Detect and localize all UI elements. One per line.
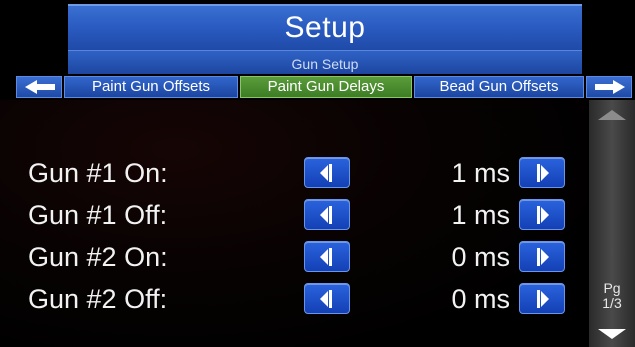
section-title: Gun Setup [291, 56, 359, 72]
header-banner: Setup [68, 4, 582, 50]
setting-label: Gun #2 On: [28, 242, 168, 272]
setting-value: 0 ms [451, 284, 510, 314]
triangle-up-icon[interactable] [598, 110, 626, 120]
chevron-right-icon [537, 248, 549, 266]
arrow-left-icon [25, 80, 55, 94]
chevron-left-icon [320, 206, 332, 224]
page-title: Setup [284, 11, 366, 44]
setting-row-gun2-on: Gun #2 On: 0 ms [0, 237, 587, 277]
increment-button[interactable] [519, 283, 565, 314]
page-label: Pg [603, 280, 621, 296]
decrement-button[interactable] [304, 199, 350, 230]
arrow-right-icon [595, 80, 625, 94]
setting-row-gun1-on: Gun #1 On: 1 ms [0, 153, 587, 193]
tab-next-button[interactable] [586, 76, 632, 98]
tab-bar: Paint Gun Offsets Paint Gun Delays Bead … [16, 76, 632, 98]
increment-button[interactable] [519, 241, 565, 272]
tab-bead-gun-offsets[interactable]: Bead Gun Offsets [414, 76, 584, 98]
decrement-button[interactable] [304, 157, 350, 188]
setting-value: 1 ms [451, 158, 510, 188]
increment-button[interactable] [519, 199, 565, 230]
tab-paint-gun-delays[interactable]: Paint Gun Delays [240, 76, 412, 98]
decrement-button[interactable] [304, 241, 350, 272]
increment-button[interactable] [519, 157, 565, 188]
settings-panel: Gun #1 On: 1 ms Gun #1 Off: 1 ms Gun #2 … [0, 100, 587, 347]
page-scroll-rail: Pg 1/3 [589, 100, 635, 347]
setting-value: 0 ms [451, 242, 510, 272]
setting-value: 1 ms [451, 200, 510, 230]
chevron-left-icon [320, 248, 332, 266]
tab-paint-gun-offsets[interactable]: Paint Gun Offsets [64, 76, 238, 98]
decrement-button[interactable] [304, 283, 350, 314]
chevron-left-icon [320, 290, 332, 308]
tab-prev-button[interactable] [16, 76, 62, 98]
setting-label: Gun #2 Off: [28, 284, 168, 314]
page-indicator: Pg 1/3 [589, 281, 635, 311]
setting-row-gun1-off: Gun #1 Off: 1 ms [0, 195, 587, 235]
setting-label: Gun #1 Off: [28, 200, 168, 230]
chevron-right-icon [537, 206, 549, 224]
triangle-down-icon[interactable] [598, 329, 626, 339]
chevron-right-icon [537, 290, 549, 308]
page-number: 1/3 [602, 295, 622, 311]
setting-row-gun2-off: Gun #2 Off: 0 ms [0, 279, 587, 319]
setting-label: Gun #1 On: [28, 158, 168, 188]
chevron-right-icon [537, 164, 549, 182]
sub-header: Gun Setup [68, 50, 582, 74]
chevron-left-icon [320, 164, 332, 182]
